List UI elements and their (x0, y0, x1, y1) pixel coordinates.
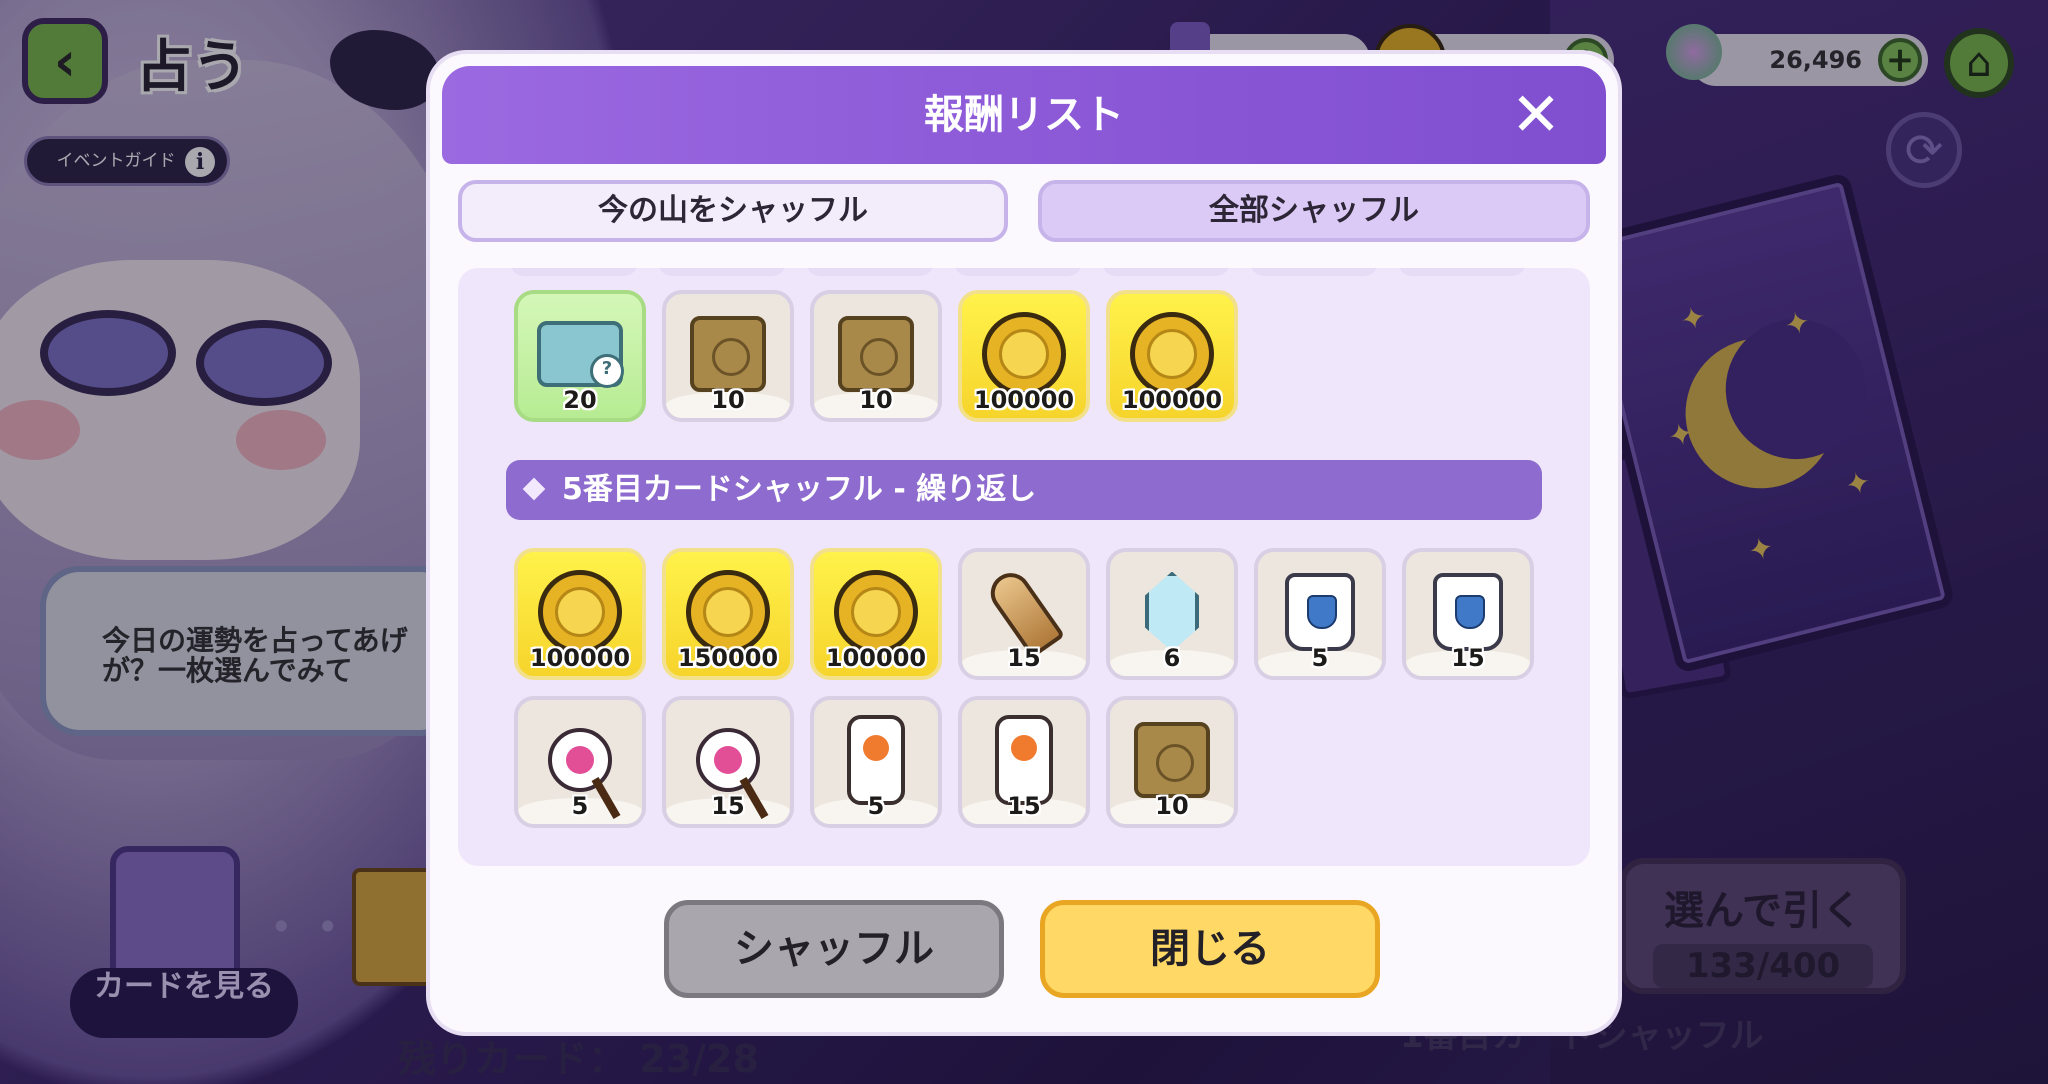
cup-icon (1433, 572, 1503, 651)
chip-icon (1134, 721, 1210, 798)
reward-item[interactable]: 15 (958, 696, 1090, 828)
reward-item[interactable]: 15 (958, 548, 1090, 680)
reward-qty: 100000 (1121, 386, 1223, 414)
section-title: 5番目カードシャッフル - 繰り返し (562, 472, 1037, 507)
reward-item[interactable]: 5 (1254, 548, 1386, 680)
modal-header: 報酬リスト ✕ (442, 66, 1606, 164)
reward-item[interactable]: 6 (1106, 548, 1238, 680)
tab-shuffle-all[interactable]: 全部シャッフル (1038, 180, 1590, 242)
reward-item[interactable]: 150000 (662, 548, 794, 680)
reward-item[interactable]: 10 (810, 290, 942, 422)
coin-icon (1130, 311, 1214, 396)
coin-icon (834, 569, 918, 654)
close-icon[interactable]: ✕ (1506, 85, 1566, 146)
reward-item[interactable]: 10 (662, 290, 794, 422)
coin-icon (686, 569, 770, 654)
reward-qty: 5 (571, 792, 589, 820)
shuffle-button[interactable]: シャッフル (664, 900, 1004, 998)
tab-shuffle-current-deck[interactable]: 今の山をシャッフル (458, 180, 1008, 242)
reward-qty: 15 (1007, 644, 1041, 672)
reward-item[interactable]: 5 (514, 696, 646, 828)
crystal-icon (1145, 571, 1199, 652)
chip-icon (838, 315, 914, 392)
fan-icon (548, 727, 612, 792)
question-icon: ? (590, 354, 624, 388)
reward-item[interactable]: 10 (1106, 696, 1238, 828)
reward-qty: 100000 (825, 644, 927, 672)
reward-item[interactable]: 15 (662, 696, 794, 828)
reward-qty: 100000 (973, 386, 1075, 414)
reward-qty: 5 (1311, 644, 1329, 672)
modal-title: 報酬リスト (924, 92, 1124, 138)
reward-item[interactable]: 100000 (958, 290, 1090, 422)
reward-qty: 15 (1451, 644, 1485, 672)
reward-item[interactable]: 15 (1402, 548, 1534, 680)
chip-icon (690, 315, 766, 392)
reward-item[interactable]: ? 20 (514, 290, 646, 422)
reward-qty: 20 (563, 386, 597, 414)
reward-list-modal: 報酬リスト ✕ 今の山をシャッフル 全部シャッフル ? 20 10 10 100… (430, 54, 1618, 1032)
reward-qty: 5 (867, 792, 885, 820)
reward-qty: 150000 (677, 644, 779, 672)
reward-qty: 10 (859, 386, 893, 414)
reward-item[interactable]: 100000 (1106, 290, 1238, 422)
diamond-icon (522, 477, 546, 501)
reward-item[interactable]: 100000 (514, 548, 646, 680)
reward-qty: 15 (1007, 792, 1041, 820)
coin-icon (982, 311, 1066, 396)
reward-qty: 15 (711, 792, 745, 820)
reward-qty: 100000 (529, 644, 631, 672)
close-button[interactable]: 閉じる (1040, 900, 1380, 998)
reward-list[interactable]: ? 20 10 10 100000 100000 5番目カードシャッフル - 繰… (458, 268, 1590, 866)
reward-item[interactable]: 5 (810, 696, 942, 828)
reward-item[interactable]: 100000 (810, 548, 942, 680)
reward-qty: 10 (711, 386, 745, 414)
coin-icon (538, 569, 622, 654)
fan-icon (696, 727, 760, 792)
section-header: 5番目カードシャッフル - 繰り返し (506, 460, 1542, 520)
reward-qty: 10 (1155, 792, 1189, 820)
reward-qty: 6 (1163, 644, 1181, 672)
cup-icon (1285, 572, 1355, 651)
scrolled-row-edge (510, 268, 1526, 276)
